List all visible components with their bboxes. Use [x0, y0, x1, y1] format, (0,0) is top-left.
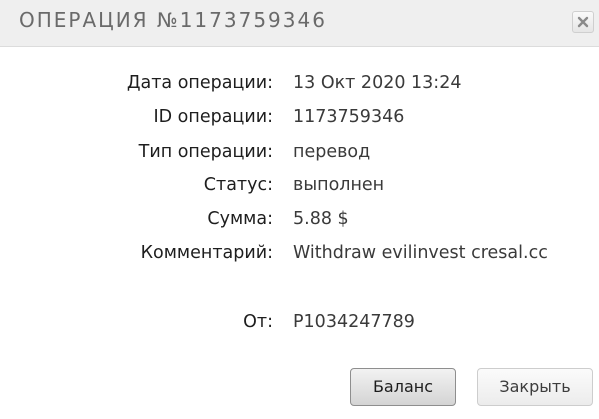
id-label: ID операции:: [153, 107, 273, 127]
id-value: 1173759346: [293, 107, 405, 127]
operation-dialog: ОПЕРАЦИЯ №1173759346 Дата операции: 13 О…: [0, 0, 599, 419]
type-label: Тип операции:: [138, 142, 273, 162]
status-label: Статус:: [203, 175, 273, 195]
detail-row-comment: Комментарий: Withdraw evilinvest cresal.…: [0, 239, 599, 267]
comment-label: Комментарий:: [140, 243, 273, 263]
close-dialog-button[interactable]: Закрыть: [477, 368, 593, 406]
sender-value: P1034247789: [293, 312, 415, 332]
date-label: Дата операции:: [126, 73, 273, 93]
detail-row-type: Тип операции: перевод: [0, 138, 599, 166]
detail-row-sender: От: P1034247789: [0, 308, 599, 336]
dialog-title: ОПЕРАЦИЯ №1173759346: [19, 8, 327, 32]
detail-row-id: ID операции: 1173759346: [0, 103, 599, 131]
amount-label: Сумма:: [207, 209, 273, 229]
comment-value: Withdraw evilinvest cresal.cc: [293, 243, 548, 263]
amount-value: 5.88 $: [293, 209, 349, 229]
balance-button[interactable]: Баланс: [350, 368, 456, 406]
detail-row-date: Дата операции: 13 Окт 2020 13:24: [0, 69, 599, 97]
detail-row-status: Статус: выполнен: [0, 171, 599, 199]
close-button[interactable]: [572, 11, 594, 33]
sender-label: От:: [243, 312, 273, 332]
dialog-titlebar: ОПЕРАЦИЯ №1173759346: [0, 0, 599, 47]
date-value: 13 Окт 2020 13:24: [293, 73, 462, 93]
detail-row-amount: Сумма: 5.88 $: [0, 205, 599, 233]
type-value: перевод: [293, 142, 371, 162]
close-icon: [577, 16, 589, 28]
status-value: выполнен: [293, 175, 385, 195]
